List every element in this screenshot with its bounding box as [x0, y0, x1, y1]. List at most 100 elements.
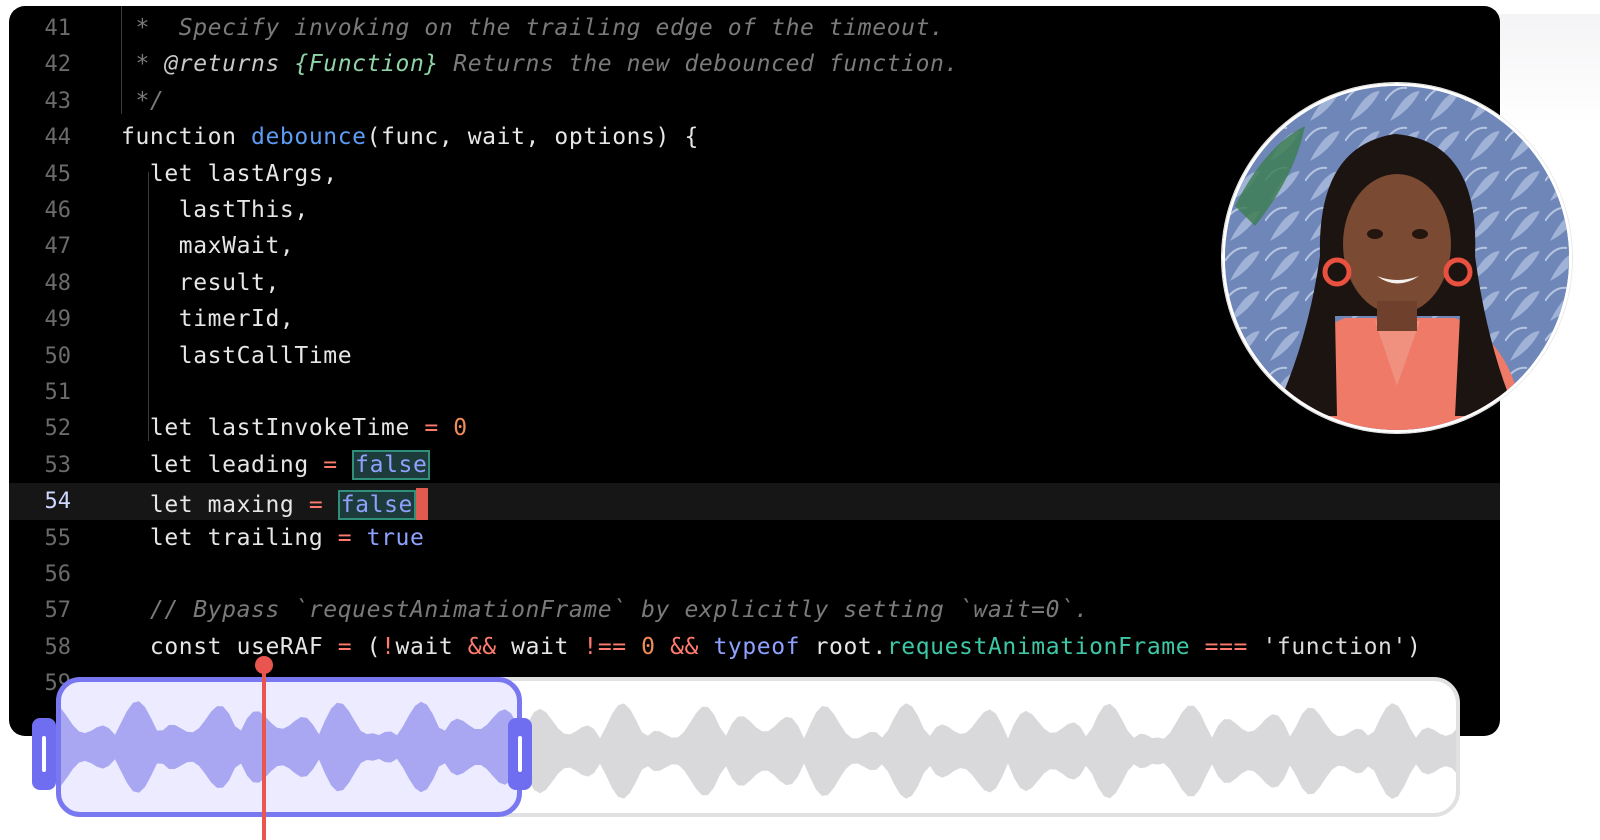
line-number: 44	[44, 125, 72, 151]
line-number: 53	[44, 452, 72, 478]
code-text[interactable]: * Specify invoking on the trailing edge …	[121, 15, 945, 41]
code-token: let maxing	[121, 492, 309, 519]
code-text[interactable]: result,	[121, 270, 280, 296]
selected-waveform	[61, 701, 517, 793]
code-line[interactable]: 57 // Bypass `requestAnimationFrame` by …	[9, 592, 1500, 629]
line-number: 51	[44, 380, 72, 405]
clip-start-handle[interactable]	[32, 718, 56, 790]
code-token: !==	[583, 633, 627, 660]
indent-guide	[121, 6, 122, 114]
code-line[interactable]: 56	[9, 556, 1500, 593]
code-token: let lastArgs,	[121, 160, 338, 187]
presenter-video	[1222, 83, 1572, 433]
code-token: timerId,	[121, 306, 295, 333]
code-text[interactable]: let leading = false	[121, 449, 431, 480]
code-token: @returns	[164, 51, 280, 78]
code-token: lastThis,	[121, 197, 309, 223]
indent-guide	[148, 401, 149, 441]
code-token: wait	[496, 633, 584, 660]
indent-guide	[148, 172, 149, 404]
code-line[interactable]: 52 let lastInvokeTime = 0	[9, 410, 1500, 447]
code-token: let trailing	[121, 524, 338, 551]
code-text[interactable]: // Bypass `requestAnimationFrame` by exp…	[121, 597, 1089, 623]
code-token: // Bypass `requestAnimationFrame` by exp…	[121, 597, 1089, 624]
code-text[interactable]: let trailing = true	[121, 525, 424, 551]
code-text[interactable]: let maxing = false	[121, 488, 428, 521]
code-line[interactable]: 58 const useRAF = (!wait && wait !== 0 &…	[9, 629, 1500, 666]
code-text[interactable]: let lastInvokeTime = 0	[121, 415, 468, 441]
code-text[interactable]: * @returns {Function} Returns the new de…	[121, 51, 959, 77]
code-line[interactable]: 53 let leading = false	[9, 447, 1500, 484]
line-number: 45	[44, 161, 72, 187]
code-token: Returns the new debounced function.	[438, 51, 959, 78]
code-token: requestAnimationFrame	[886, 633, 1191, 660]
code-token: typeof	[713, 633, 801, 660]
code-line[interactable]: 41 * Specify invoking on the trailing ed…	[9, 10, 1500, 47]
code-token: * Specify invoking on the trailing edge …	[121, 15, 945, 41]
code-token: =	[337, 633, 353, 660]
code-line[interactable]: 55 let trailing = true	[9, 520, 1500, 557]
line-number: 49	[44, 307, 72, 333]
line-number: 47	[44, 234, 72, 260]
code-text[interactable]: lastCallTime	[121, 343, 352, 369]
code-text[interactable]: lastThis,	[121, 197, 309, 223]
code-token: const useRAF	[121, 633, 338, 660]
code-token: let lastInvokeTime	[121, 415, 425, 442]
selected-clip[interactable]	[56, 677, 522, 817]
code-text[interactable]: timerId,	[121, 306, 294, 332]
selected-waveform-shape	[61, 701, 517, 793]
playhead[interactable]	[262, 664, 266, 840]
code-line[interactable]: 43 */	[9, 83, 1500, 120]
clip-end-handle[interactable]	[508, 718, 532, 790]
code-token: *	[121, 51, 165, 78]
code-token: maxWait,	[121, 233, 295, 260]
code-token: &&	[670, 633, 699, 660]
code-text[interactable]: */	[121, 88, 164, 114]
code-token: 0	[641, 633, 656, 660]
line-number: 58	[44, 634, 72, 660]
selection-highlight: false	[352, 449, 431, 480]
code-token: 'function'	[1262, 633, 1407, 660]
code-token: {Function}	[279, 51, 439, 78]
code-token: wait	[395, 633, 468, 660]
code-text[interactable]: maxWait,	[121, 233, 294, 259]
line-number: 52	[44, 416, 72, 442]
code-line[interactable]: 54 let maxing = false	[9, 483, 1500, 521]
code-token: ===	[1204, 633, 1248, 660]
line-number: 46	[44, 198, 72, 223]
line-number: 56	[44, 562, 72, 587]
line-number: 54	[44, 489, 72, 515]
code-token: true	[366, 524, 425, 551]
code-text[interactable]: let lastArgs,	[121, 161, 338, 187]
presenter-video-icon	[1225, 86, 1569, 430]
code-token: root.	[800, 633, 887, 660]
code-token: lastCallTime	[121, 342, 353, 369]
line-number: 43	[44, 88, 72, 114]
line-number: 41	[44, 16, 72, 41]
code-token: !	[381, 633, 396, 660]
code-token: 0	[453, 415, 468, 442]
code-text[interactable]: function debounce(func, wait, options) {	[121, 124, 699, 150]
code-token: &&	[467, 633, 497, 660]
code-text[interactable]: const useRAF = (!wait && wait !== 0 && t…	[121, 634, 1421, 660]
code-token: (func, wait, options) {	[366, 124, 699, 151]
code-line[interactable]: 42 * @returns {Function} Returns the new…	[9, 46, 1500, 83]
selection-highlight: false	[337, 490, 416, 521]
code-token: =	[424, 415, 439, 442]
line-number: 55	[44, 525, 72, 551]
code-token: debounce	[251, 124, 367, 151]
code-token: let leading	[121, 451, 324, 478]
code-token: (	[352, 633, 382, 660]
line-number: 42	[44, 52, 72, 78]
line-number: 48	[44, 270, 72, 296]
text-cursor	[415, 488, 428, 521]
playhead-knob[interactable]	[255, 656, 273, 674]
